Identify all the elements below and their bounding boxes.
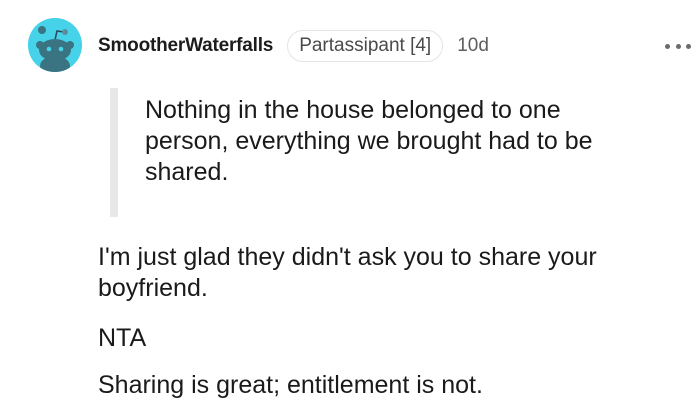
username-link[interactable]: SmootherWaterfalls bbox=[98, 35, 273, 57]
comment-header: SmootherWaterfalls Partassipant [4] 10d bbox=[98, 29, 489, 63]
more-dot bbox=[675, 43, 681, 49]
more-options-icon[interactable] bbox=[665, 37, 691, 55]
comment: SmootherWaterfalls Partassipant [4] 10d … bbox=[0, 0, 700, 417]
blockquote: Nothing in the house belonged to one per… bbox=[110, 88, 640, 217]
more-dot bbox=[686, 43, 691, 49]
comment-paragraph: NTA bbox=[98, 324, 147, 352]
user-avatar[interactable] bbox=[28, 18, 82, 72]
more-dot bbox=[665, 43, 670, 49]
quote-bar bbox=[110, 88, 118, 217]
snoo-avatar-icon bbox=[28, 18, 82, 72]
user-flair-badge: Partassipant [4] bbox=[287, 30, 444, 62]
comment-paragraph: I'm just glad they didn't ask you to sha… bbox=[98, 243, 597, 302]
quote-text: Nothing in the house belonged to one per… bbox=[145, 96, 593, 186]
comment-timestamp[interactable]: 10d bbox=[457, 35, 489, 57]
comment-paragraph: Sharing is great; entitlement is not. bbox=[98, 371, 483, 399]
